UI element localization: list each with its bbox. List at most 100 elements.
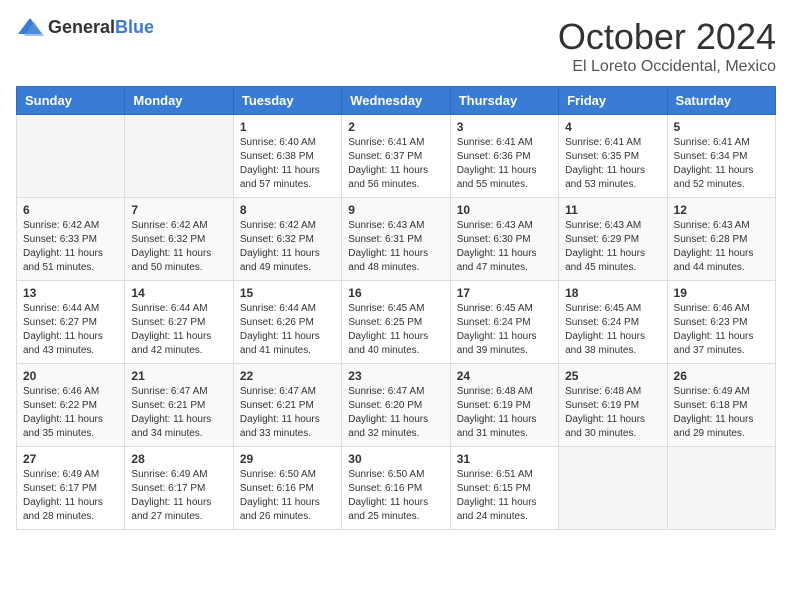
calendar-cell: 2Sunrise: 6:41 AM Sunset: 6:37 PM Daylig…: [342, 115, 450, 198]
day-info: Sunrise: 6:50 AM Sunset: 6:16 PM Dayligh…: [240, 468, 335, 524]
calendar-cell: 11 Sunrise: 6:43 AM Sunset: 6:29 PM Dayli…: [559, 198, 667, 281]
title-block: October 2024 El Loreto Occidental, Mexic…: [558, 16, 776, 76]
day-info: Sunrise: 6:42 AM Sunset: 6:33 PM Dayligh…: [23, 219, 118, 275]
day-number: 30: [348, 452, 443, 466]
calendar-cell: 16Sunrise: 6:45 AM Sunset: 6:25 PM Dayli…: [342, 281, 450, 364]
day-info: Sunrise: 6:44 AM Sunset: 6:27 PM Dayligh…: [131, 302, 226, 358]
day-info: Sunrise: 6:41 AM Sunset: 6:35 PM Dayligh…: [565, 136, 660, 192]
day-info: Sunrise: 6:42 AM Sunset: 6:32 PM Dayligh…: [131, 219, 226, 275]
day-info: Sunrise: 6:47 AM Sunset: 6:20 PM Dayligh…: [348, 385, 443, 441]
calendar-table: SundayMondayTuesdayWednesdayThursdayFrid…: [16, 86, 776, 530]
calendar-week-row: 6 Sunrise: 6:42 AM Sunset: 6:33 PM Daylig…: [17, 198, 776, 281]
calendar-cell: [17, 115, 125, 198]
calendar-cell: 14 Sunrise: 6:44 AM Sunset: 6:27 PM Dayli…: [125, 281, 233, 364]
day-number: 24: [457, 369, 552, 383]
day-number: 11: [565, 203, 660, 217]
calendar-week-row: 1Sunrise: 6:40 AM Sunset: 6:38 PM Daylig…: [17, 115, 776, 198]
calendar-cell: 13Sunrise: 6:44 AM Sunset: 6:27 PM Dayli…: [17, 281, 125, 364]
calendar-cell: [667, 447, 775, 530]
day-of-week-header: Wednesday: [342, 87, 450, 115]
day-of-week-header: Friday: [559, 87, 667, 115]
day-of-week-header: Thursday: [450, 87, 558, 115]
calendar-cell: 6 Sunrise: 6:42 AM Sunset: 6:33 PM Daylig…: [17, 198, 125, 281]
month-title: October 2024: [558, 16, 776, 58]
day-number: 25: [565, 369, 660, 383]
calendar-cell: 12 Sunrise: 6:43 AM Sunset: 6:28 PM Dayli…: [667, 198, 775, 281]
calendar-cell: 22 Sunrise: 6:47 AM Sunset: 6:21 PM Dayli…: [233, 364, 341, 447]
day-number: 22: [240, 369, 335, 383]
day-number: 26: [674, 369, 769, 383]
day-number: 7: [131, 203, 226, 217]
day-info: Sunrise: 6:49 AM Sunset: 6:17 PM Dayligh…: [23, 468, 118, 524]
day-info: Sunrise: 6:47 AM Sunset: 6:21 PM Dayligh…: [240, 385, 335, 441]
calendar-cell: 25 Sunrise: 6:48 AM Sunset: 6:19 PM Dayli…: [559, 364, 667, 447]
calendar-cell: 8Sunrise: 6:42 AM Sunset: 6:32 PM Daylig…: [233, 198, 341, 281]
day-of-week-header: Monday: [125, 87, 233, 115]
day-info: Sunrise: 6:45 AM Sunset: 6:24 PM Dayligh…: [457, 302, 552, 358]
calendar-cell: 21Sunrise: 6:47 AM Sunset: 6:21 PM Dayli…: [125, 364, 233, 447]
day-info: Sunrise: 6:49 AM Sunset: 6:18 PM Dayligh…: [674, 385, 769, 441]
day-number: 6: [23, 203, 118, 217]
calendar-cell: 10 Sunrise: 6:43 AM Sunset: 6:30 PM Dayli…: [450, 198, 558, 281]
day-number: 20: [23, 369, 118, 383]
day-number: 31: [457, 452, 552, 466]
calendar-cell: 4 Sunrise: 6:41 AM Sunset: 6:35 PM Daylig…: [559, 115, 667, 198]
logo-text: GeneralBlue: [48, 17, 154, 38]
calendar-cell: 28 Sunrise: 6:49 AM Sunset: 6:17 PM Dayli…: [125, 447, 233, 530]
day-number: 15: [240, 286, 335, 300]
day-number: 23: [348, 369, 443, 383]
calendar-week-row: 13Sunrise: 6:44 AM Sunset: 6:27 PM Dayli…: [17, 281, 776, 364]
day-info: Sunrise: 6:43 AM Sunset: 6:29 PM Dayligh…: [565, 219, 660, 275]
day-number: 17: [457, 286, 552, 300]
day-info: Sunrise: 6:46 AM Sunset: 6:22 PM Dayligh…: [23, 385, 118, 441]
day-of-week-header: Tuesday: [233, 87, 341, 115]
calendar-cell: 26 Sunrise: 6:49 AM Sunset: 6:18 PM Dayli…: [667, 364, 775, 447]
calendar-cell: 3Sunrise: 6:41 AM Sunset: 6:36 PM Daylig…: [450, 115, 558, 198]
calendar-cell: 27 Sunrise: 6:49 AM Sunset: 6:17 PM Dayli…: [17, 447, 125, 530]
day-info: Sunrise: 6:50 AM Sunset: 6:16 PM Dayligh…: [348, 468, 443, 524]
day-info: Sunrise: 6:51 AM Sunset: 6:15 PM Dayligh…: [457, 468, 552, 524]
day-info: Sunrise: 6:49 AM Sunset: 6:17 PM Dayligh…: [131, 468, 226, 524]
page-header: GeneralBlue October 2024 El Loreto Occid…: [16, 16, 776, 76]
location-title: El Loreto Occidental, Mexico: [558, 58, 776, 76]
day-info: Sunrise: 6:43 AM Sunset: 6:28 PM Dayligh…: [674, 219, 769, 275]
calendar-cell: 9 Sunrise: 6:43 AM Sunset: 6:31 PM Daylig…: [342, 198, 450, 281]
logo-general: General: [48, 17, 115, 37]
day-number: 14: [131, 286, 226, 300]
day-number: 8: [240, 203, 335, 217]
calendar-cell: 1Sunrise: 6:40 AM Sunset: 6:38 PM Daylig…: [233, 115, 341, 198]
calendar-cell: [559, 447, 667, 530]
day-info: Sunrise: 6:47 AM Sunset: 6:21 PM Dayligh…: [131, 385, 226, 441]
calendar-header-row: SundayMondayTuesdayWednesdayThursdayFrid…: [17, 87, 776, 115]
calendar-cell: 23 Sunrise: 6:47 AM Sunset: 6:20 PM Dayli…: [342, 364, 450, 447]
day-number: 27: [23, 452, 118, 466]
day-info: Sunrise: 6:44 AM Sunset: 6:27 PM Dayligh…: [23, 302, 118, 358]
day-number: 3: [457, 120, 552, 134]
day-number: 16: [348, 286, 443, 300]
day-info: Sunrise: 6:43 AM Sunset: 6:30 PM Dayligh…: [457, 219, 552, 275]
day-info: Sunrise: 6:45 AM Sunset: 6:24 PM Dayligh…: [565, 302, 660, 358]
day-number: 28: [131, 452, 226, 466]
day-info: Sunrise: 6:43 AM Sunset: 6:31 PM Dayligh…: [348, 219, 443, 275]
day-number: 9: [348, 203, 443, 217]
calendar-cell: 20 Sunrise: 6:46 AM Sunset: 6:22 PM Dayli…: [17, 364, 125, 447]
logo: GeneralBlue: [16, 16, 154, 38]
day-info: Sunrise: 6:48 AM Sunset: 6:19 PM Dayligh…: [565, 385, 660, 441]
calendar-week-row: 20 Sunrise: 6:46 AM Sunset: 6:22 PM Dayli…: [17, 364, 776, 447]
day-number: 2: [348, 120, 443, 134]
day-number: 10: [457, 203, 552, 217]
day-of-week-header: Saturday: [667, 87, 775, 115]
day-info: Sunrise: 6:48 AM Sunset: 6:19 PM Dayligh…: [457, 385, 552, 441]
day-info: Sunrise: 6:40 AM Sunset: 6:38 PM Dayligh…: [240, 136, 335, 192]
day-number: 12: [674, 203, 769, 217]
calendar-cell: 18Sunrise: 6:45 AM Sunset: 6:24 PM Dayli…: [559, 281, 667, 364]
calendar-cell: 7 Sunrise: 6:42 AM Sunset: 6:32 PM Daylig…: [125, 198, 233, 281]
logo-icon: [16, 16, 44, 38]
day-number: 5: [674, 120, 769, 134]
calendar-cell: 24 Sunrise: 6:48 AM Sunset: 6:19 PM Dayli…: [450, 364, 558, 447]
day-number: 4: [565, 120, 660, 134]
calendar-cell: [125, 115, 233, 198]
day-info: Sunrise: 6:41 AM Sunset: 6:34 PM Dayligh…: [674, 136, 769, 192]
day-of-week-header: Sunday: [17, 87, 125, 115]
logo-blue-text: Blue: [115, 17, 154, 37]
